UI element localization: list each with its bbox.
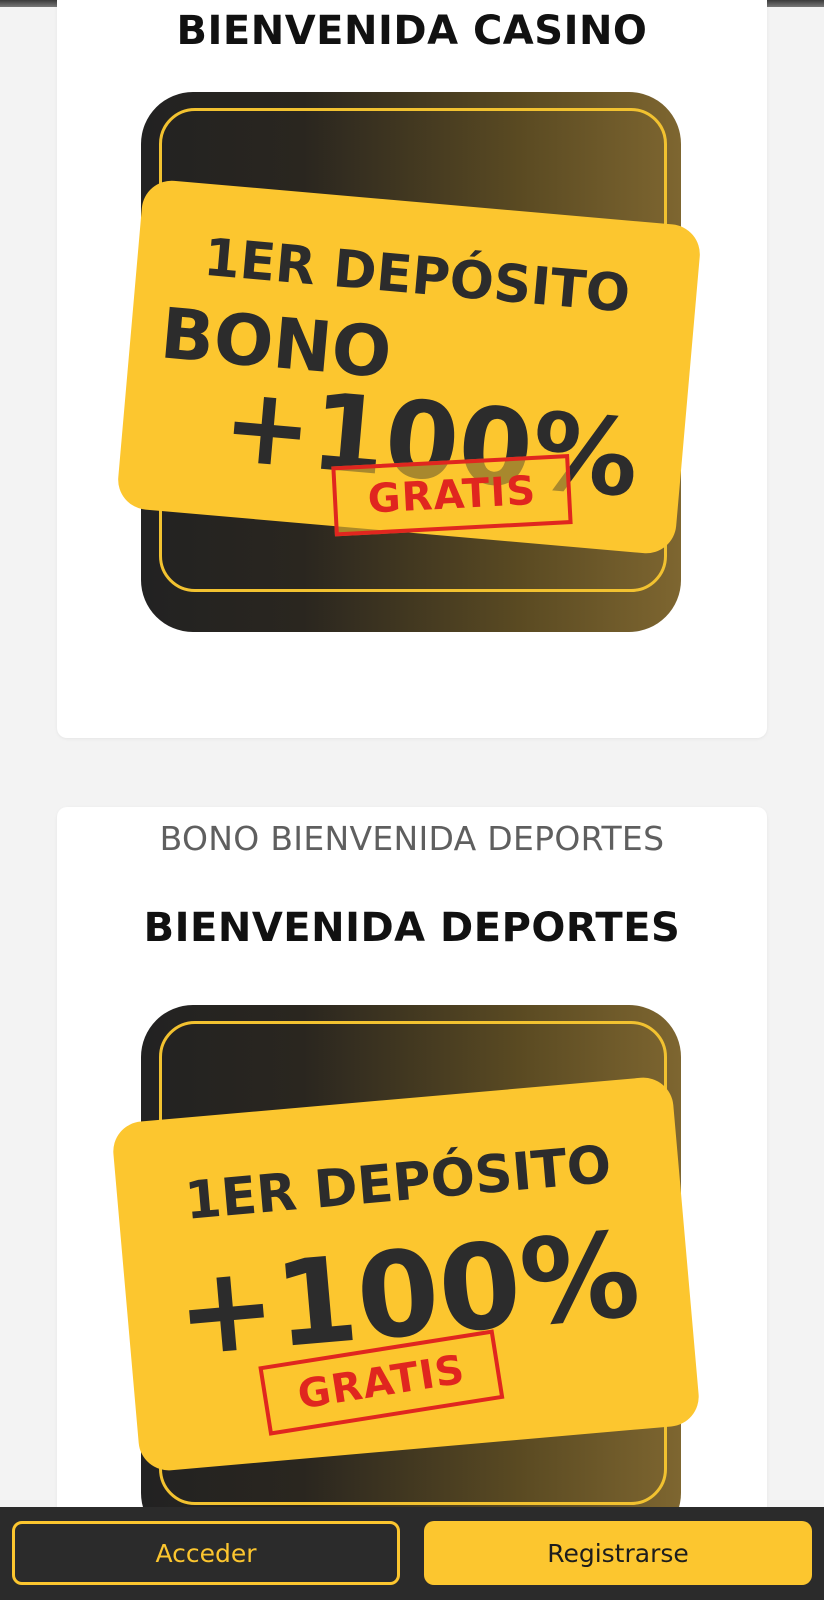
card-title: BIENVENIDA DEPORTES	[143, 905, 681, 951]
bottom-action-bar: Acceder Registrarse	[0, 1507, 824, 1600]
login-button[interactable]: Acceder	[12, 1521, 400, 1585]
casino-promo-banner[interactable]: 1ER DEPÓSITO BONO +100% GRATIS	[115, 92, 703, 632]
casino-bonus-card[interactable]: BIENVENIDA CASINO 1ER DEPÓSITO BONO +100…	[57, 0, 767, 738]
promo-ticket: 1ER DEPÓSITO BONO +100% GRATIS	[115, 178, 703, 556]
card-subtitle: BONO BIENVENIDA DEPORTES	[159, 819, 665, 858]
sports-promo-banner[interactable]: 1ER DEPÓSITO +100% GRATIS	[110, 1005, 702, 1545]
sports-bonus-card[interactable]: BONO BIENVENIDA DEPORTES BIENVENIDA DEPO…	[57, 807, 767, 1545]
gratis-stamp: GRATIS	[331, 454, 573, 537]
register-button[interactable]: Registrarse	[424, 1521, 812, 1585]
card-title: BIENVENIDA CASINO	[176, 8, 648, 54]
promo-ticket: 1ER DEPÓSITO +100% GRATIS	[110, 1075, 702, 1473]
